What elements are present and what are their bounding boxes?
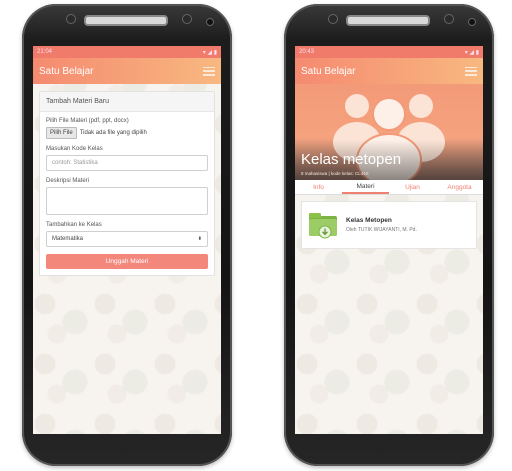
speaker-grille bbox=[84, 15, 168, 26]
front-camera-icon bbox=[66, 14, 76, 24]
status-time: 21:04 bbox=[37, 49, 53, 55]
class-title: Kelas metopen bbox=[301, 151, 402, 168]
form-title: Tambah Materi Baru bbox=[40, 92, 214, 112]
status-icons: ▾ ◢ ▮ bbox=[464, 49, 479, 56]
description-label: Deskripsi Materi bbox=[46, 178, 90, 184]
speaker-grille bbox=[346, 15, 430, 26]
upload-button[interactable]: Unggah Materi bbox=[46, 254, 208, 269]
class-select-label: Tambahkan ke Kelas bbox=[46, 222, 102, 228]
proximity-sensor-icon bbox=[206, 18, 214, 26]
app-title: Satu Belajar bbox=[39, 65, 94, 77]
app-title: Satu Belajar bbox=[301, 65, 356, 77]
file-status: Tidak ada file yang dipilih bbox=[79, 130, 147, 136]
phone-left: 21:04 ▾ ◢ ▮ Satu Belajar Tambah Materi B… bbox=[22, 4, 232, 466]
status-time: 20:43 bbox=[299, 49, 315, 55]
file-label: Pilih File Materi (pdf, ppt, docx) bbox=[46, 118, 129, 124]
add-material-form: Tambah Materi Baru Pilih File Materi (pd… bbox=[39, 91, 215, 276]
material-title: Kelas Metopen bbox=[346, 217, 392, 224]
phone-right: 20:43 ▾ ◢ ▮ Satu Belajar Kelas metopen 8… bbox=[284, 4, 494, 466]
material-author: Oleh TUTIK WIJAYANTI, M. Pd. bbox=[346, 227, 417, 233]
menu-icon[interactable] bbox=[465, 66, 477, 76]
sensor-icon bbox=[182, 14, 192, 24]
file-picker: Pilih File Tidak ada file yang dipilih bbox=[46, 127, 208, 139]
tab-anggota[interactable]: Anggota bbox=[436, 180, 483, 194]
material-item[interactable]: Kelas Metopen Oleh TUTIK WIJAYANTI, M. P… bbox=[301, 201, 477, 249]
sensor-icon bbox=[444, 14, 454, 24]
folder-download-icon bbox=[309, 213, 337, 239]
description-textarea[interactable] bbox=[46, 187, 208, 215]
tab-materi[interactable]: Materi bbox=[342, 180, 389, 194]
class-select-value: Matematika bbox=[52, 236, 84, 242]
proximity-sensor-icon bbox=[468, 18, 476, 26]
class-code-label: Masukan Kode Kelas bbox=[46, 146, 103, 152]
app-bar: Satu Belajar bbox=[295, 58, 483, 84]
status-bar: 21:04 ▾ ◢ ▮ bbox=[33, 46, 221, 58]
class-subtitle: 8 mahasiswa | kode kelas: CL44X bbox=[301, 171, 369, 176]
screen-right: 20:43 ▾ ◢ ▮ Satu Belajar Kelas metopen 8… bbox=[295, 46, 483, 434]
class-hero: Kelas metopen 8 mahasiswa | kode kelas: … bbox=[295, 84, 483, 180]
tab-info[interactable]: Info bbox=[295, 180, 342, 194]
tab-ujian[interactable]: Ujian bbox=[389, 180, 436, 194]
status-bar: 20:43 ▾ ◢ ▮ bbox=[295, 46, 483, 58]
status-icons: ▾ ◢ ▮ bbox=[202, 49, 217, 56]
menu-icon[interactable] bbox=[203, 66, 215, 76]
front-camera-icon bbox=[328, 14, 338, 24]
screen-left: 21:04 ▾ ◢ ▮ Satu Belajar Tambah Materi B… bbox=[33, 46, 221, 434]
class-select[interactable]: Matematika ⬍ bbox=[46, 231, 208, 247]
select-arrows-icon: ⬍ bbox=[197, 236, 202, 242]
choose-file-button[interactable]: Pilih File bbox=[46, 127, 77, 139]
app-bar: Satu Belajar bbox=[33, 58, 221, 84]
class-code-input[interactable]: contoh: Statistika bbox=[46, 155, 208, 171]
class-tabs: Info Materi Ujian Anggota bbox=[295, 180, 483, 195]
